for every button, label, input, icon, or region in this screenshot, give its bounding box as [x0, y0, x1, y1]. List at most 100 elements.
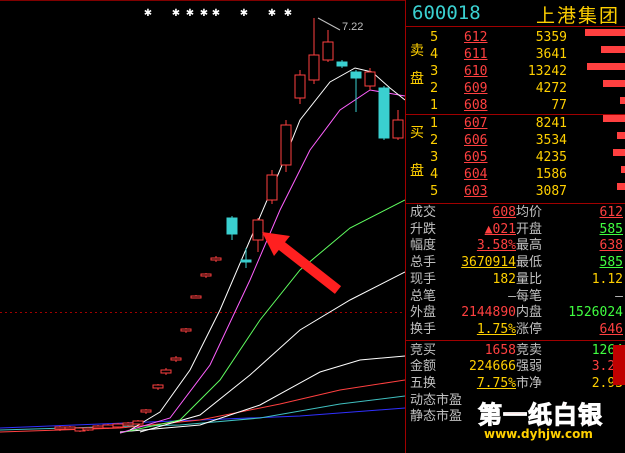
- candlestick-chart: ✱ ✱ ✱ ✱ ✱ ✱ ✱ ✱ 7.22: [0, 0, 405, 434]
- candle-body: [226, 217, 238, 235]
- quote-label-2: 最高: [516, 238, 543, 254]
- buy-price: 607: [464, 116, 488, 131]
- event-marker: ✱: [240, 8, 248, 19]
- candle-body: [308, 54, 320, 81]
- candle-body: [336, 61, 348, 67]
- sell-row: 3 610 13242: [428, 63, 625, 81]
- sell-row: 5 612 5359: [428, 29, 625, 47]
- event-marker: ✱: [212, 8, 220, 19]
- moving-average-line: [0, 407, 405, 429]
- buy-level: 3: [430, 150, 439, 165]
- quote-label: 总笔: [410, 288, 437, 304]
- sell-row: 2 609 4272: [428, 80, 625, 98]
- high-price-label: 7.22: [342, 21, 363, 33]
- quote-row: 现手 182 量比 1.12: [406, 272, 625, 288]
- candle-body: [54, 426, 66, 430]
- quote-label: 动态市盈: [410, 392, 463, 408]
- sell-volume: 3641: [535, 47, 567, 62]
- candle-body: [92, 425, 104, 429]
- quote-label: 现手: [410, 271, 437, 287]
- sell-volume-bar: [587, 63, 625, 70]
- candle-body: [200, 273, 212, 277]
- candle-body: [252, 219, 264, 241]
- buy-price: 603: [464, 184, 488, 199]
- candle-body: [102, 424, 114, 429]
- sell-volume-bar: [585, 29, 625, 36]
- buy-row: 3 605 4235: [428, 149, 625, 167]
- quote-value: 608: [492, 205, 516, 220]
- quote-row: 总手 3670914 最低 585: [406, 255, 625, 271]
- candle-body: [180, 328, 192, 332]
- candle-body: [140, 409, 152, 413]
- candle-body: [240, 259, 252, 263]
- stock-code: 600018: [412, 2, 481, 24]
- candle-body: [210, 257, 222, 261]
- quote-value: 7.75%: [476, 376, 516, 391]
- quote-row: 金额 224666 强弱 3.29: [406, 359, 625, 375]
- sell-row: 4 611 3641: [428, 46, 625, 64]
- candle-body: [82, 427, 94, 431]
- quote-label: 金额: [410, 359, 437, 375]
- quote-value: 3.58%: [476, 238, 516, 254]
- quote-row: 升跌 ▲021 开盘 585: [406, 222, 625, 238]
- quote-label: 换手: [410, 321, 437, 337]
- event-marker: ✱: [172, 8, 180, 19]
- quote-label: 静态市盈: [410, 409, 463, 425]
- quote-value: 2144890: [461, 305, 516, 321]
- high-price-annotation: 7.22: [317, 17, 363, 33]
- quote-label-2: 量比: [516, 271, 543, 287]
- moving-average-line: [139, 271, 405, 433]
- stock-header: 600018 上港集团: [406, 0, 625, 27]
- buy-level: 5: [430, 184, 439, 199]
- sell-side-label-2: 盘: [410, 71, 424, 87]
- candle-body: [170, 357, 182, 361]
- quote-value: 224666: [469, 359, 516, 375]
- buy-row: 2 606 3534: [428, 132, 625, 150]
- quote-value: —: [508, 288, 516, 304]
- buy-row: 1 607 8241: [428, 115, 625, 133]
- quote-label: 竞买: [410, 342, 437, 358]
- candle-body: [280, 124, 292, 166]
- event-marker: ✱: [268, 8, 276, 19]
- buy-volume: 1586: [535, 167, 567, 182]
- quote-label: 总手: [410, 255, 437, 271]
- buy-volume: 3087: [535, 184, 567, 199]
- quote-label-2: 强弱: [516, 359, 543, 375]
- quote-row: 动态市盈: [406, 393, 625, 409]
- quote-label: 幅度: [410, 238, 437, 254]
- moving-average-line: [119, 89, 405, 434]
- candle-body: [322, 41, 334, 61]
- quote-value-2: 612: [599, 205, 623, 220]
- volume-indicator-bar: [613, 345, 625, 385]
- sell-volume-bar: [620, 97, 625, 104]
- quote-label-2: 内盘: [516, 305, 543, 321]
- quote-value: 1.75%: [476, 321, 516, 337]
- buy-level: 4: [430, 167, 439, 182]
- buy-volume-bar: [613, 149, 625, 156]
- quote-label-2: 开盘: [516, 221, 543, 237]
- candle-body: [64, 426, 76, 430]
- quote-label-2: 均价: [516, 205, 543, 220]
- buy-price: 604: [464, 167, 488, 182]
- sell-price: 608: [464, 98, 488, 113]
- event-marker: ✱: [186, 8, 194, 19]
- candle-body: [364, 71, 376, 87]
- sell-level: 4: [430, 47, 439, 62]
- quote-label-2: 最低: [516, 255, 543, 271]
- candle-body: [392, 119, 404, 139]
- buy-level: 1: [430, 116, 439, 131]
- sell-level: 2: [430, 81, 439, 96]
- sell-volume-bar: [601, 46, 625, 53]
- buy-volume-bar: [603, 115, 625, 122]
- quote-label-2: 涨停: [516, 321, 543, 337]
- quote-row: 总笔 — 每笔 —: [406, 289, 625, 305]
- candle-body: [122, 422, 134, 426]
- sell-price: 610: [464, 64, 488, 79]
- buy-price: 605: [464, 150, 488, 165]
- sell-price: 609: [464, 81, 488, 96]
- buy-row: 4 604 1586: [428, 166, 625, 184]
- quote-row: 竞买 1658 竞卖 1264: [406, 343, 625, 359]
- quote-value: 182: [492, 271, 516, 287]
- candle-body: [294, 74, 306, 99]
- quote-value-2: 585: [599, 221, 623, 237]
